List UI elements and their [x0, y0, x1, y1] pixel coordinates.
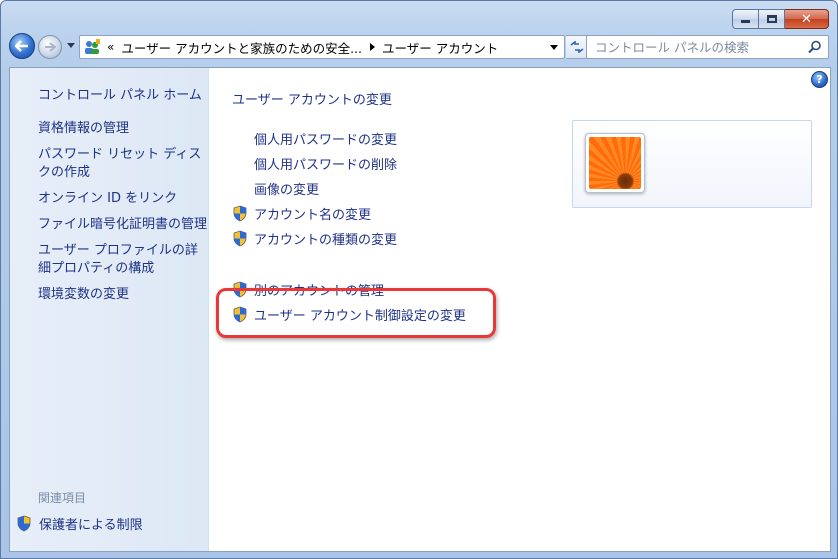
back-button[interactable] [9, 33, 35, 59]
content-frame: コントロール パネル ホーム 資格情報の管理 パスワード リセット ディスクの作… [9, 67, 831, 552]
change-picture-link[interactable]: 画像の変更 [232, 176, 466, 201]
maximize-icon [766, 15, 777, 23]
flower-avatar-image [589, 137, 641, 189]
search-input[interactable] [595, 39, 795, 55]
navigation-bar: « ユーザー アカウントと家族のための安全... ユーザー アカウント [9, 33, 829, 61]
task-list: 資格情報の管理 パスワード リセット ディスクの作成 オンライン ID をリンク… [38, 120, 208, 312]
avatar[interactable] [585, 133, 645, 193]
caption-buttons: ✕ [732, 9, 829, 29]
search-box[interactable] [586, 35, 829, 59]
refresh-icon [570, 41, 583, 53]
parental-controls-label: 保護者による制限 [39, 518, 143, 533]
address-dropdown-icon[interactable] [550, 45, 558, 50]
uac-shield-icon [233, 230, 247, 247]
arrow-right-icon [45, 42, 56, 52]
control-panel-users-icon [83, 39, 101, 55]
change-account-name-link[interactable]: アカウント名の変更 [232, 201, 466, 226]
refresh-button[interactable] [566, 35, 588, 59]
task-link-online-id[interactable]: オンライン ID をリンク [38, 190, 208, 208]
address-bar[interactable]: « ユーザー アカウントと家族のための安全... ユーザー アカウント [79, 35, 565, 59]
remove-password-link[interactable]: 個人用パスワードの削除 [232, 151, 466, 176]
shield-icon [17, 515, 31, 532]
task-advanced-profile-properties[interactable]: ユーザー プロファイルの詳細プロパティの構成 [38, 242, 208, 278]
close-button[interactable]: ✕ [785, 9, 829, 29]
recent-pages-dropdown[interactable] [67, 43, 75, 48]
help-button[interactable]: ? [811, 71, 828, 88]
uac-shield-icon [233, 205, 247, 222]
page-title: ユーザー アカウントの変更 [232, 93, 392, 108]
change-account-name-label: アカウント名の変更 [254, 208, 372, 223]
control-panel-home-link[interactable]: コントロール パネル ホーム [38, 84, 202, 103]
breadcrumb-separator-icon[interactable] [370, 43, 375, 51]
main-pane: ? ユーザー アカウントの変更 個人用パスワードの変更 個人用パスワードの削除 … [210, 68, 830, 551]
window: ✕ « ユーザー アカウントと家族のための安全... ユーザー アカウント コン… [0, 0, 838, 559]
task-create-reset-disk[interactable]: パスワード リセット ディスクの作成 [38, 146, 208, 182]
task-manage-credentials[interactable]: 資格情報の管理 [38, 120, 208, 138]
minimize-button[interactable] [732, 9, 759, 29]
task-change-environment-variables[interactable]: 環境変数の変更 [38, 286, 208, 304]
breadcrumb-overflow[interactable]: « [107, 40, 114, 54]
red-highlight-annotation [216, 288, 496, 338]
change-account-type-label: アカウントの種類の変更 [254, 233, 398, 248]
search-icon[interactable] [808, 40, 822, 54]
breadcrumb-user-accounts[interactable]: ユーザー アカウント [382, 38, 498, 57]
task-pane: コントロール パネル ホーム 資格情報の管理 パスワード リセット ディスクの作… [10, 68, 209, 551]
forward-button[interactable] [38, 35, 62, 59]
change-password-link[interactable]: 個人用パスワードの変更 [232, 126, 466, 151]
minimize-icon [741, 20, 750, 23]
close-icon: ✕ [801, 11, 812, 27]
related-section-title: 関連項目 [38, 491, 87, 505]
change-account-type-link[interactable]: アカウントの種類の変更 [232, 226, 466, 251]
breadcrumb-family-safety[interactable]: ユーザー アカウントと家族のための安全... [121, 38, 362, 57]
task-manage-encryption-certs[interactable]: ファイル暗号化証明書の管理 [38, 216, 208, 234]
parental-controls-link[interactable]: 保護者による制限 [16, 514, 143, 533]
account-card [572, 120, 812, 208]
arrow-left-icon [15, 40, 28, 52]
maximize-button[interactable] [759, 9, 785, 29]
